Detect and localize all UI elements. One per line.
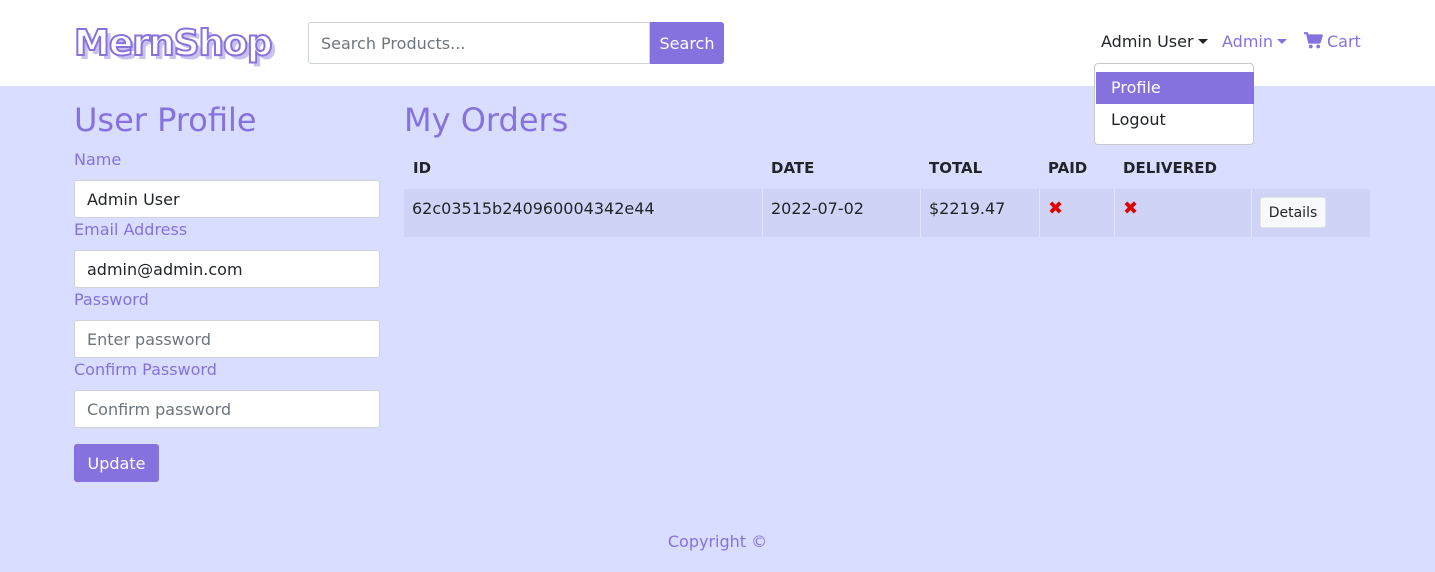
caret-down-icon <box>1197 39 1208 44</box>
email-field[interactable] <box>74 250 380 288</box>
password-label: Password <box>74 290 149 309</box>
search-button[interactable]: Search <box>650 22 724 64</box>
order-action-cell: Details <box>1251 189 1370 237</box>
name-label: Name <box>74 150 122 169</box>
profile-title: User Profile <box>74 101 257 139</box>
column-header-paid: PAID <box>1048 159 1088 177</box>
password-field[interactable] <box>74 320 380 358</box>
column-header-id: ID <box>413 159 432 177</box>
column-header-date: DATE <box>771 159 815 177</box>
order-date-cell: 2022-07-02 <box>762 189 920 237</box>
orders-title: My Orders <box>404 101 569 139</box>
user-menu-toggle[interactable]: Admin User <box>1101 30 1208 54</box>
confirm-password-label: Confirm Password <box>74 360 217 379</box>
shopping-cart-icon <box>1304 32 1323 56</box>
dropdown-item-logout[interactable]: Logout <box>1096 104 1254 136</box>
admin-menu-label: Admin <box>1222 32 1273 51</box>
email-label: Email Address <box>74 220 188 239</box>
confirm-password-field[interactable] <box>74 390 380 428</box>
order-delivered-cell: ✖ <box>1114 189 1251 237</box>
user-dropdown-menu: Profile Logout <box>1094 63 1254 145</box>
admin-menu-toggle[interactable]: Admin <box>1222 30 1287 54</box>
caret-down-icon <box>1277 39 1287 44</box>
name-field[interactable] <box>74 180 380 218</box>
x-mark-icon: ✖ <box>1048 198 1064 219</box>
details-button[interactable]: Details <box>1260 197 1326 228</box>
search-input[interactable] <box>308 22 650 64</box>
dropdown-item-profile[interactable]: Profile <box>1096 72 1254 104</box>
order-paid-cell: ✖ <box>1039 189 1114 237</box>
table-row: 62c03515b240960004342e44 2022-07-02 $221… <box>404 189 1370 237</box>
footer-copyright: Copyright © <box>667 532 768 551</box>
cart-label: Cart <box>1327 32 1361 51</box>
user-menu-label: Admin User <box>1101 32 1194 51</box>
column-header-delivered: DELIVERED <box>1123 159 1217 177</box>
x-mark-icon: ✖ <box>1123 198 1139 219</box>
update-button[interactable]: Update <box>74 444 159 482</box>
cart-link[interactable]: Cart <box>1304 30 1361 56</box>
navbar: MernShop Search Admin User Admin Cart Pr… <box>0 0 1435 145</box>
brand-logo[interactable]: MernShop <box>73 22 274 66</box>
order-total-cell: $2219.47 <box>920 189 1039 237</box>
column-header-total: TOTAL <box>929 159 983 177</box>
order-id-cell: 62c03515b240960004342e44 <box>412 199 655 218</box>
